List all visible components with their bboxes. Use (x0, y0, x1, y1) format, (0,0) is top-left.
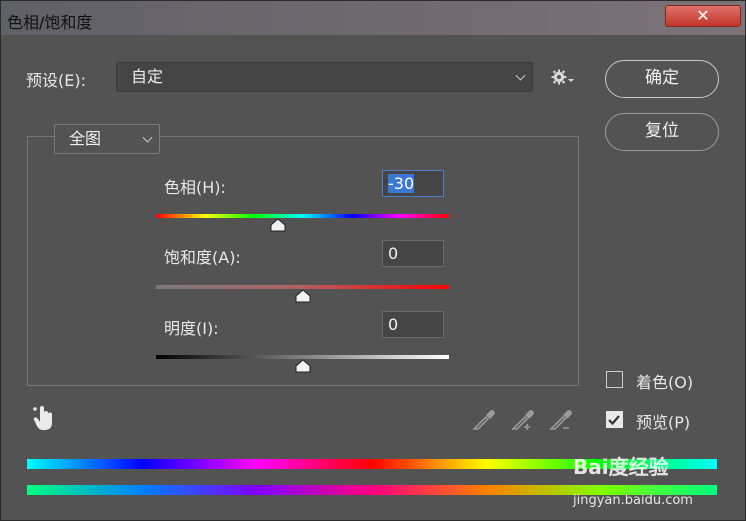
hue-input[interactable]: -30 (382, 170, 444, 197)
eyedropper-add-icon[interactable] (510, 406, 538, 432)
channel-value: 全图 (69, 129, 102, 148)
saturation-slider-handle[interactable] (295, 288, 311, 303)
saturation-input[interactable]: 0 (382, 240, 444, 267)
eyedropper-subtract-icon[interactable] (548, 406, 576, 432)
chevron-down-icon (515, 70, 526, 81)
checkmark-icon (608, 415, 620, 426)
reset-button[interactable]: 复位 (605, 113, 719, 151)
hue-value: -30 (388, 174, 415, 193)
eyedropper-icon[interactable] (471, 406, 497, 432)
watermark-url: jingyan.baidu.com (573, 493, 693, 508)
adjustment-group (27, 136, 579, 386)
hue-track[interactable] (156, 214, 449, 218)
dialog-title: 色相/饱和度 (7, 13, 93, 32)
hand-pointer-icon[interactable] (31, 405, 57, 433)
preview-checkbox[interactable] (606, 411, 623, 428)
hue-slider-handle[interactable] (270, 217, 286, 232)
lightness-label: 明度(I): (164, 319, 219, 338)
colorize-checkbox[interactable] (606, 371, 623, 388)
colorize-label: 着色(O) (636, 373, 694, 392)
preset-dropdown[interactable]: 自定 (116, 62, 533, 92)
hue-label: 色相(H): (164, 178, 226, 197)
preset-label: 预设(E): (26, 71, 86, 90)
hue-saturation-dialog: 色相/饱和度 ✕ 预设(E): 自定 确定 复位 全图 色相(H): -30 饱… (0, 0, 746, 521)
preset-value: 自定 (131, 67, 164, 86)
lightness-input[interactable]: 0 (382, 311, 444, 338)
watermark-logo: Bai度经验 (573, 455, 669, 479)
lightness-slider-handle[interactable] (295, 358, 311, 373)
saturation-value: 0 (388, 244, 399, 263)
title-bar[interactable]: 色相/饱和度 ✕ (1, 1, 745, 35)
dialog-content: 预设(E): 自定 确定 复位 全图 色相(H): -30 饱和度(A): 0 … (7, 35, 741, 516)
chevron-down-icon (142, 132, 153, 143)
ok-button[interactable]: 确定 (605, 60, 719, 98)
channel-dropdown[interactable]: 全图 (54, 124, 160, 154)
lightness-value: 0 (388, 315, 399, 334)
saturation-label: 饱和度(A): (164, 248, 241, 267)
preview-label: 预览(P) (636, 413, 691, 432)
close-button[interactable]: ✕ (665, 5, 741, 27)
gear-icon[interactable] (551, 68, 575, 86)
